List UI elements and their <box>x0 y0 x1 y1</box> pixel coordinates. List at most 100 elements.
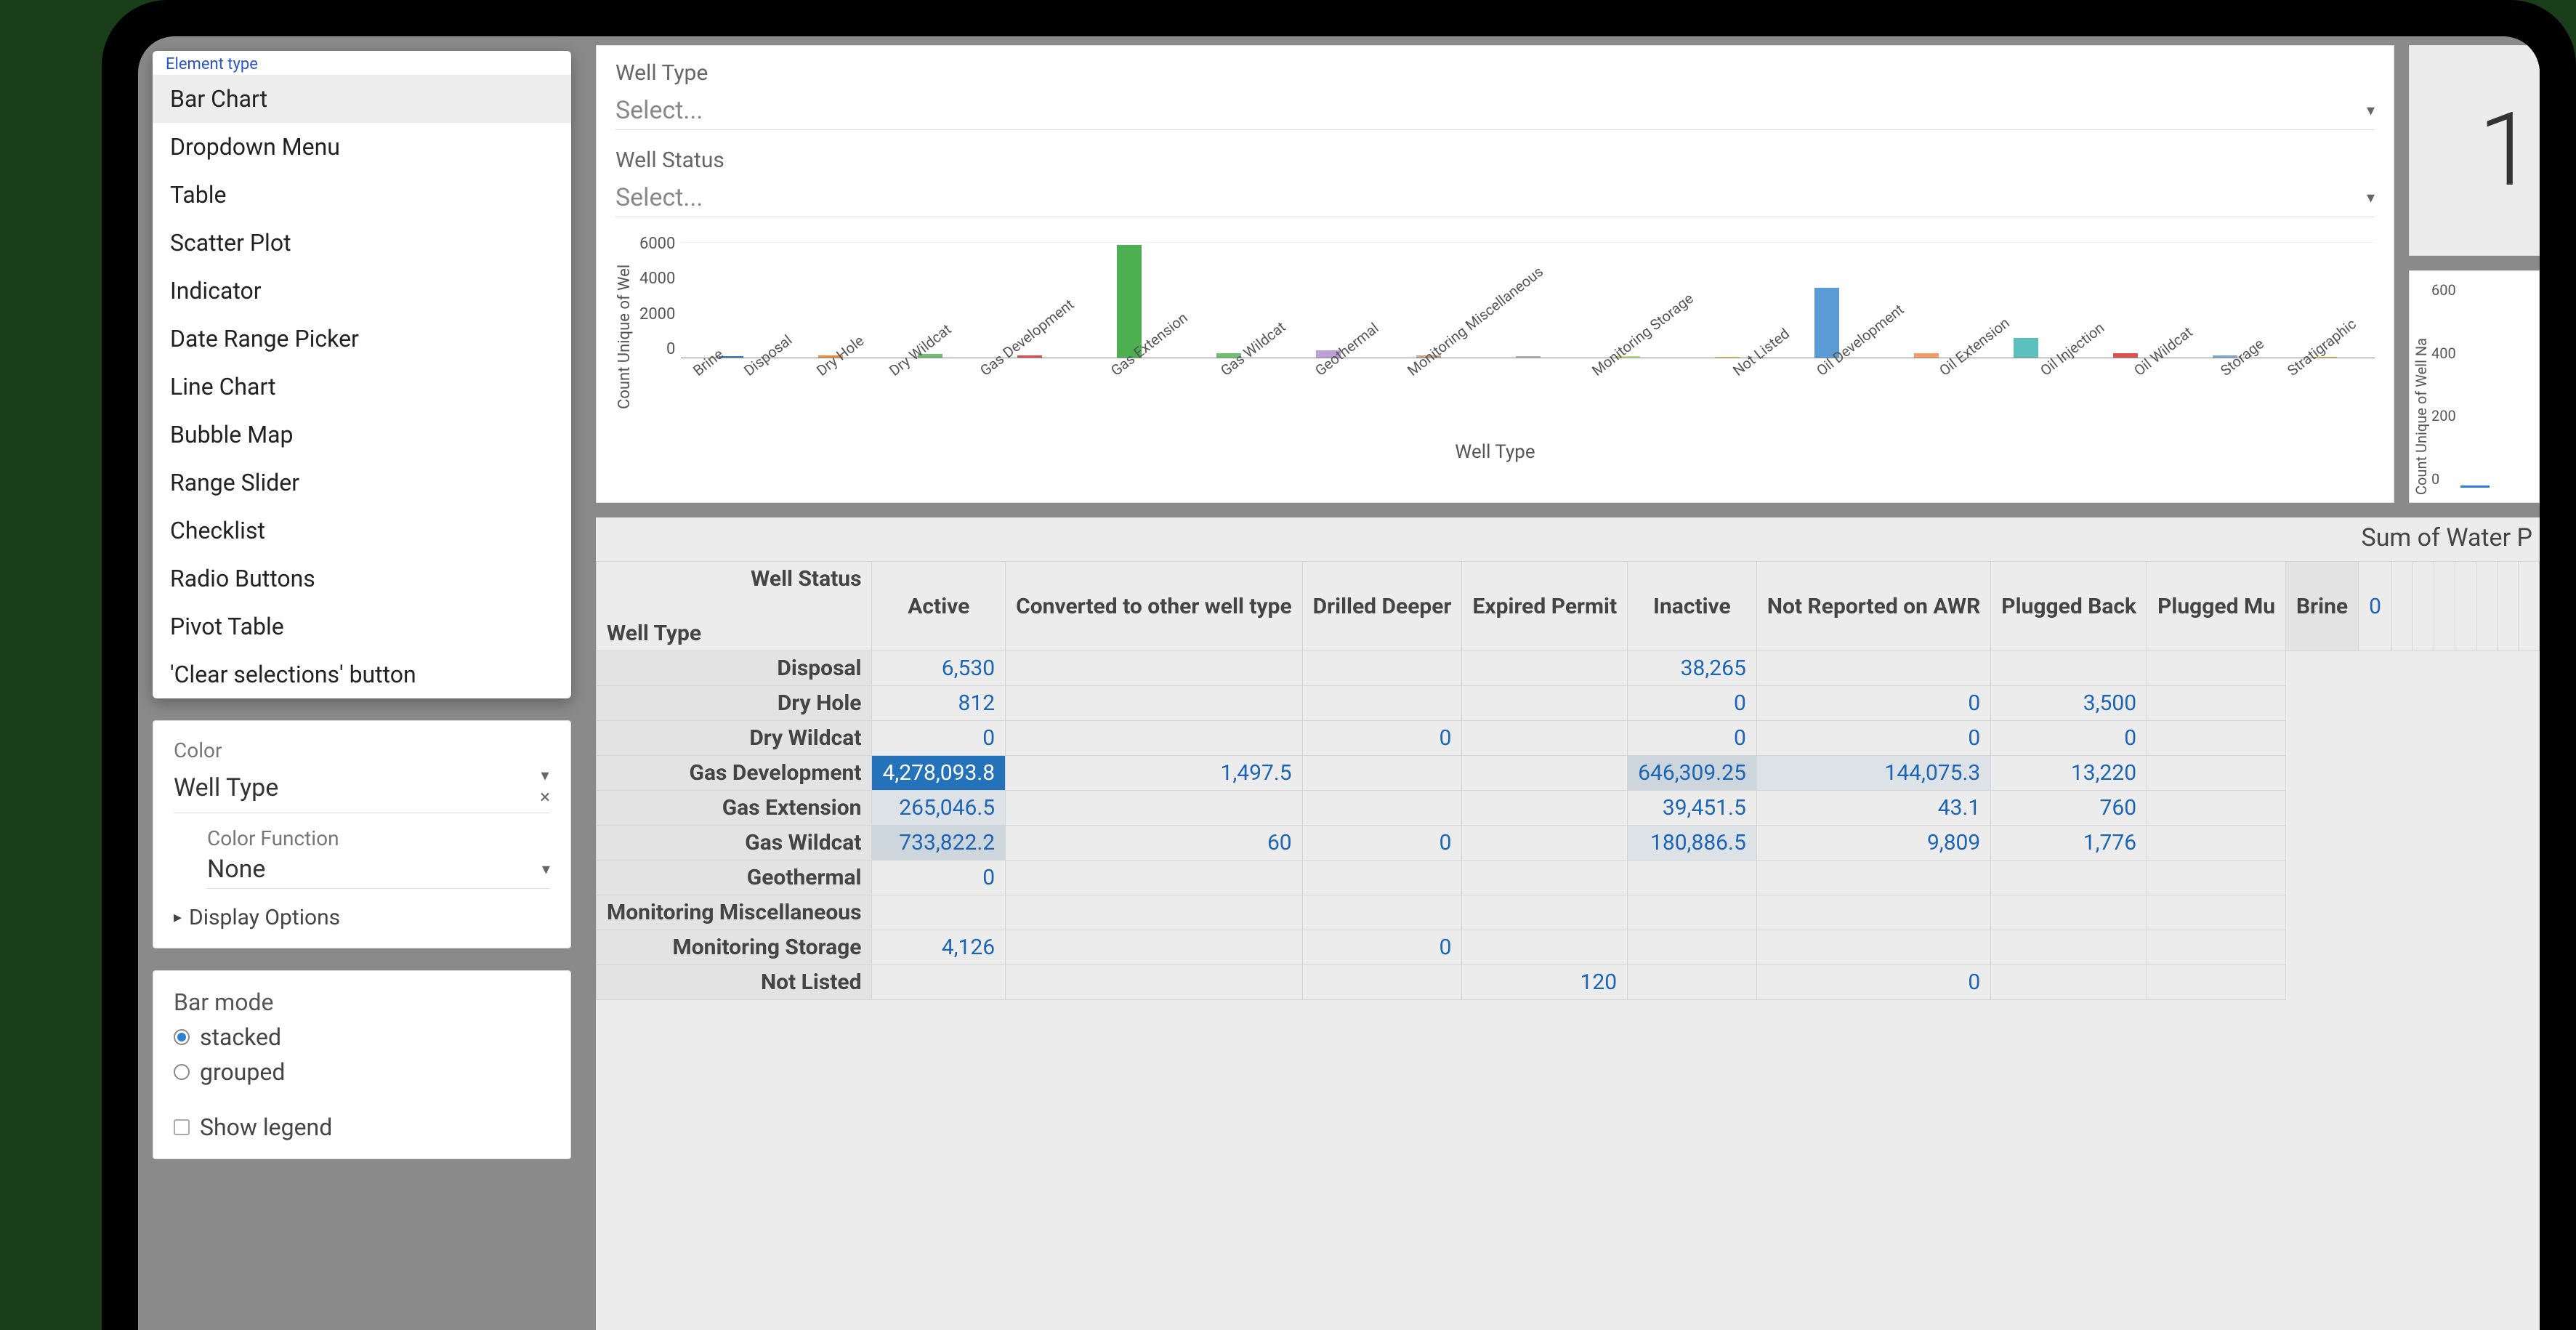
pivot-col-header[interactable]: Plugged Mu <box>2147 562 2286 651</box>
pivot-table[interactable]: Well StatusWell TypeActiveConverted to o… <box>596 561 2540 1000</box>
pivot-cell[interactable] <box>2413 562 2434 651</box>
dropdown-option[interactable]: Range Slider <box>153 459 571 507</box>
pivot-cell[interactable] <box>1302 651 1462 686</box>
pivot-cell[interactable] <box>1462 686 1628 721</box>
dropdown-option[interactable]: Scatter Plot <box>153 219 571 267</box>
dropdown-option[interactable]: Line Chart <box>153 363 571 411</box>
pivot-cell[interactable]: 120 <box>1462 965 1628 1000</box>
pivot-cell[interactable] <box>1756 861 1990 895</box>
pivot-cell[interactable] <box>1756 895 1990 930</box>
pivot-cell[interactable] <box>1302 965 1462 1000</box>
pivot-cell[interactable]: 6,530 <box>872 651 1006 686</box>
pivot-cell[interactable] <box>872 895 1006 930</box>
pivot-cell[interactable]: 1,776 <box>1991 826 2147 861</box>
pivot-cell[interactable]: 9,809 <box>1756 826 1990 861</box>
pivot-cell[interactable] <box>1302 791 1462 826</box>
pivot-cell[interactable] <box>2147 895 2286 930</box>
pivot-cell[interactable] <box>1006 965 1303 1000</box>
pivot-cell[interactable]: 0 <box>1756 686 1990 721</box>
pivot-cell[interactable] <box>2147 721 2286 756</box>
well-type-bar-chart[interactable]: Count Unique of Wel 6000400020000 BrineD… <box>615 235 2375 438</box>
dropdown-option[interactable]: Bubble Map <box>153 411 571 459</box>
dropdown-option[interactable]: Pivot Table <box>153 602 571 650</box>
pivot-cell[interactable]: 4,126 <box>872 930 1006 965</box>
pivot-row-header[interactable]: Geothermal <box>596 861 872 895</box>
pivot-cell[interactable]: 38,265 <box>1628 651 1757 686</box>
color-select[interactable]: Well Type ▾ × <box>174 767 550 813</box>
pivot-cell[interactable] <box>1302 861 1462 895</box>
pivot-cell[interactable]: 4,278,093.8 <box>872 756 1006 791</box>
pivot-cell[interactable]: 733,822.2 <box>872 826 1006 861</box>
pivot-cell[interactable]: 0 <box>1628 721 1757 756</box>
pivot-cell[interactable]: 0 <box>1756 721 1990 756</box>
pivot-row-header[interactable]: Dry Hole <box>596 686 872 721</box>
dropdown-option[interactable]: Date Range Picker <box>153 315 571 363</box>
pivot-cell[interactable] <box>1006 861 1303 895</box>
pivot-cell[interactable] <box>1462 791 1628 826</box>
color-fn-select[interactable]: None ▾ <box>207 855 550 889</box>
pivot-cell[interactable] <box>1302 686 1462 721</box>
pivot-cell[interactable] <box>1628 861 1757 895</box>
pivot-cell[interactable] <box>1302 756 1462 791</box>
pivot-cell[interactable]: 1,497.5 <box>1006 756 1303 791</box>
pivot-cell[interactable] <box>1302 895 1462 930</box>
pivot-cell[interactable] <box>1462 861 1628 895</box>
pivot-cell[interactable] <box>1006 721 1303 756</box>
pivot-cell[interactable] <box>1991 895 2147 930</box>
pivot-cell[interactable] <box>1462 930 1628 965</box>
pivot-col-header[interactable]: Active <box>872 562 1006 651</box>
pivot-cell[interactable]: 646,309.25 <box>1628 756 1757 791</box>
pivot-cell[interactable] <box>2392 562 2413 651</box>
pivot-row-header[interactable]: Not Listed <box>596 965 872 1000</box>
pivot-col-header[interactable]: Expired Permit <box>1462 562 1628 651</box>
pivot-cell[interactable] <box>1628 895 1757 930</box>
pivot-col-header[interactable]: Drilled Deeper <box>1302 562 1462 651</box>
dropdown-option[interactable]: Checklist <box>153 507 571 555</box>
pivot-cell[interactable]: 13,220 <box>1991 756 2147 791</box>
pivot-cell[interactable]: 43.1 <box>1756 791 1990 826</box>
pivot-cell[interactable] <box>2147 930 2286 965</box>
pivot-cell[interactable]: 0 <box>2359 562 2392 651</box>
pivot-cell[interactable] <box>1991 651 2147 686</box>
pivot-cell[interactable] <box>1991 861 2147 895</box>
pivot-row-header[interactable]: Gas Extension <box>596 791 872 826</box>
pivot-cell[interactable] <box>2147 965 2286 1000</box>
pivot-cell[interactable] <box>2476 562 2498 651</box>
radio-grouped[interactable]: grouped <box>174 1058 550 1086</box>
display-options-expander[interactable]: ▸ Display Options <box>174 905 550 930</box>
pivot-cell[interactable] <box>1462 826 1628 861</box>
mini-line-chart[interactable]: Count Unique of Well Na 6004002000 <box>2409 270 2540 503</box>
pivot-cell[interactable]: 0 <box>1302 721 1462 756</box>
pivot-cell[interactable] <box>1006 686 1303 721</box>
well-type-select[interactable]: Select... ▾ <box>615 92 2375 130</box>
pivot-cell[interactable]: 0 <box>872 861 1006 895</box>
dropdown-option[interactable]: Bar Chart <box>153 75 571 123</box>
pivot-cell[interactable] <box>1756 930 1990 965</box>
dropdown-option[interactable]: Table <box>153 171 571 219</box>
show-legend-check[interactable]: Show legend <box>174 1113 550 1141</box>
pivot-row-header[interactable]: Brine <box>2286 562 2359 651</box>
pivot-cell[interactable]: 0 <box>1756 965 1990 1000</box>
pivot-cell[interactable] <box>2434 562 2455 651</box>
pivot-cell[interactable] <box>1991 930 2147 965</box>
pivot-cell[interactable] <box>1462 651 1628 686</box>
well-status-select[interactable]: Select... ▾ <box>615 179 2375 217</box>
pivot-cell[interactable] <box>1006 930 1303 965</box>
pivot-cell[interactable] <box>1006 651 1303 686</box>
pivot-cell[interactable] <box>1462 756 1628 791</box>
pivot-col-header[interactable]: Not Reported on AWR <box>1756 562 1990 651</box>
pivot-cell[interactable] <box>872 965 1006 1000</box>
pivot-cell[interactable] <box>2147 861 2286 895</box>
dropdown-option[interactable]: Radio Buttons <box>153 555 571 602</box>
pivot-cell[interactable]: 812 <box>872 686 1006 721</box>
radio-stacked[interactable]: stacked <box>174 1023 550 1051</box>
pivot-cell[interactable]: 0 <box>1628 686 1757 721</box>
pivot-cell[interactable]: 144,075.3 <box>1756 756 1990 791</box>
pivot-cell[interactable]: 180,886.5 <box>1628 826 1757 861</box>
element-type-dropdown[interactable]: Element type Bar ChartDropdown MenuTable… <box>153 51 571 698</box>
pivot-row-header[interactable]: Monitoring Miscellaneous <box>596 895 872 930</box>
pivot-cell[interactable] <box>1006 895 1303 930</box>
pivot-cell[interactable] <box>1628 965 1757 1000</box>
pivot-cell[interactable]: 265,046.5 <box>872 791 1006 826</box>
dropdown-option[interactable]: Dropdown Menu <box>153 123 571 171</box>
